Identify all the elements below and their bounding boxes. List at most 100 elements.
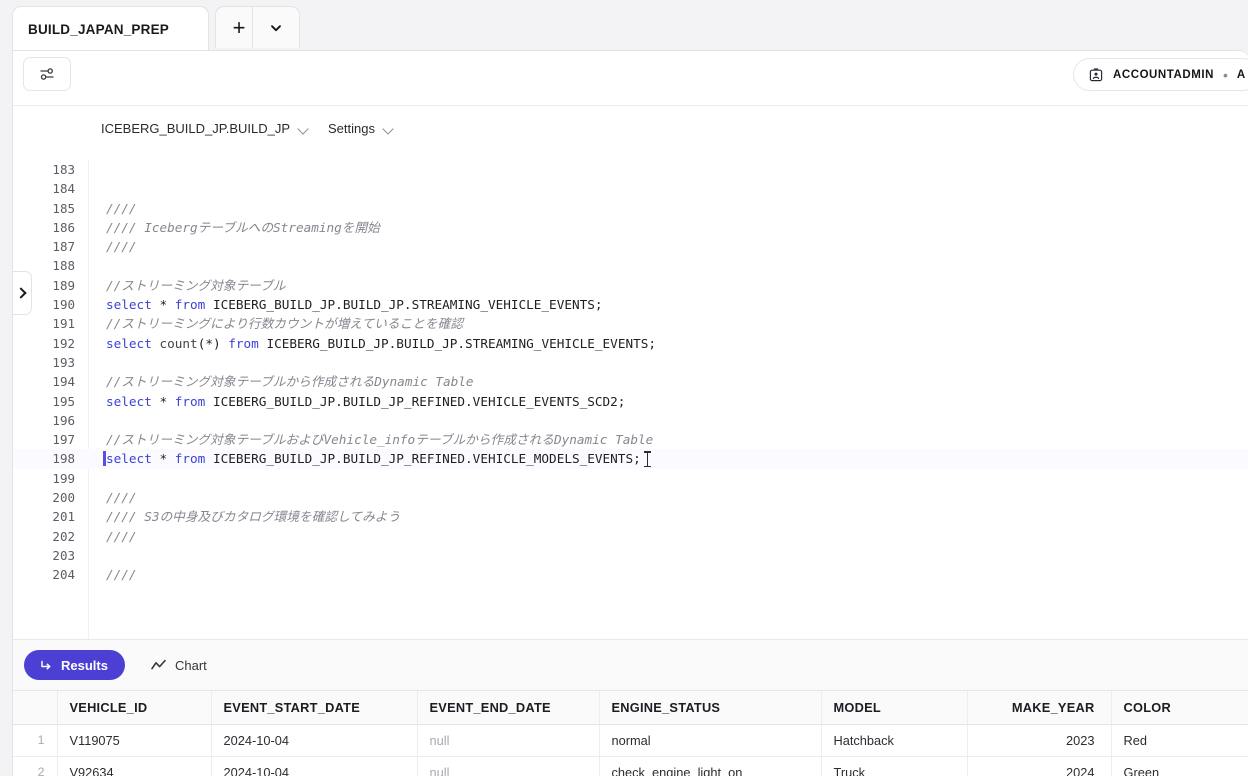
line-number: 200 (52, 490, 75, 506)
tab-menu-button[interactable] (252, 6, 300, 48)
top-toolbar: ACCOUNTADMIN • A (13, 51, 1248, 106)
sql-editor[interactable]: 183 184 185 //// 186 //// IcebergテーブルへのStream… (13, 160, 1248, 639)
code-line[interactable]: 187 //// (13, 237, 1248, 256)
code-line[interactable]: 192 select count(*) from ICEBERG_BUILD_JP… (13, 334, 1248, 353)
code-text: //// (106, 200, 137, 216)
cell-color[interactable]: Green (1111, 756, 1248, 776)
code-line[interactable]: 197 //ストリーミング対象テーブルおよびVehicle_infoテーブルから作… (13, 430, 1248, 449)
code-text: select * from ICEBERG_BUILD_JP.BUILD_JP.… (106, 297, 603, 313)
results-tab-chart[interactable]: Chart (136, 650, 224, 680)
cell-eng[interactable]: normal (599, 724, 822, 757)
code-text: //ストリーミング対象テーブルおよびVehicle_infoテーブルから作成され… (106, 432, 654, 448)
code-line[interactable]: 200 //// (13, 488, 1248, 507)
editor-code-area[interactable]: 183 184 185 //// 186 //// IcebergテーブルへのStream… (13, 160, 1248, 585)
column-header-eng[interactable]: ENGINE_STATUS (599, 691, 822, 725)
code-text: //ストリーミングにより行数カウントが増えていることを確認 (106, 316, 463, 332)
code-line[interactable]: 184 (13, 179, 1248, 198)
cell-year[interactable]: 2024 (967, 756, 1112, 776)
code-line[interactable]: 201 //// S3の中身及びカタログ環境を確認してみよう (13, 507, 1248, 526)
line-number: 184 (52, 181, 75, 197)
column-header-color[interactable]: COLOR (1111, 691, 1248, 725)
warehouse-label: A (1236, 68, 1246, 81)
line-number: 201 (52, 509, 75, 525)
worksheet-settings-button[interactable] (23, 57, 71, 91)
sliders-icon (38, 65, 56, 83)
code-line[interactable]: 203 (13, 546, 1248, 565)
worksheet-tab[interactable]: BUILD_JAPAN_PREP (12, 6, 209, 52)
expand-sidebar-button[interactable] (13, 271, 32, 315)
settings-menu[interactable]: Settings (328, 121, 395, 136)
code-line[interactable]: 191 //ストリーミングにより行数カウントが増えていることを確認 (13, 314, 1248, 333)
line-number: 203 (52, 547, 75, 563)
line-number: 191 (52, 316, 75, 332)
line-number: 197 (52, 432, 75, 448)
worksheet-tab-label: BUILD_JAPAN_PREP (28, 22, 169, 37)
code-text: //// (106, 239, 137, 255)
column-header-year[interactable]: MAKE_YEAR (967, 691, 1112, 725)
role-label: ACCOUNTADMIN (1113, 68, 1214, 81)
cell-sdate[interactable]: 2024-10-04 (211, 756, 418, 776)
column-header-sdate[interactable]: EVENT_START_DATE (211, 691, 418, 725)
results-pane: Results Chart VEHICLE_ID EVENT_START_DATE E… (13, 639, 1248, 776)
results-table-container[interactable]: VEHICLE_ID EVENT_START_DATE EVENT_END_DATE… (13, 690, 1248, 776)
cell-sdate[interactable]: 2024-10-04 (211, 724, 418, 757)
code-text: //// (106, 490, 137, 506)
code-line[interactable]: 190 select * from ICEBERG_BUILD_JP.BUILD_… (13, 295, 1248, 314)
code-line[interactable]: 193 (13, 353, 1248, 372)
cell-edate[interactable]: null (417, 724, 600, 757)
chevron-down-icon (384, 125, 395, 132)
cell-vid[interactable]: V92634 (57, 756, 212, 776)
table-row[interactable]: 2 V92634 2024-10-04 null check_engine_light_… (13, 756, 1248, 776)
code-text: //// (106, 528, 137, 544)
code-line[interactable]: 198 select * from ICEBERG_BUILD_JP.BUILD_… (13, 449, 1248, 469)
column-header-vid[interactable]: VEHICLE_ID (57, 691, 212, 725)
code-text: select * from ICEBERG_BUILD_JP.BUILD_JP_… (106, 393, 626, 409)
chevron-down-icon (269, 21, 283, 35)
code-line[interactable]: 188 (13, 256, 1248, 275)
code-text: select * from ICEBERG_BUILD_JP.BUILD_JP_… (106, 451, 641, 467)
window-tab-strip: BUILD_JAPAN_PREP + (0, 0, 1248, 52)
app-shell: ACCOUNTADMIN • A ICEBERG_BUILD_JP.BUILD_… (12, 50, 1248, 776)
code-line[interactable]: 199 (13, 469, 1248, 488)
results-table: VEHICLE_ID EVENT_START_DATE EVENT_END_DATE… (13, 691, 1248, 776)
cell-idx[interactable]: 2 (13, 756, 58, 776)
code-line[interactable]: 186 //// IcebergテーブルへのStreamingを開始 (13, 218, 1248, 237)
cell-eng[interactable]: check_engine_light_on (599, 756, 822, 776)
code-line[interactable]: 202 //// (13, 527, 1248, 546)
code-line[interactable]: 185 //// (13, 199, 1248, 218)
null-value: null (429, 764, 450, 776)
arrow-return-icon (38, 658, 53, 673)
cell-edate[interactable]: null (417, 756, 600, 776)
plus-icon: + (232, 14, 246, 40)
code-text: //// (106, 567, 137, 583)
line-number: 186 (52, 219, 75, 235)
table-row[interactable]: 1 V119075 2024-10-04 null normal Hatchback 202… (13, 724, 1248, 757)
code-line[interactable]: 183 (13, 160, 1248, 179)
cell-year[interactable]: 2023 (967, 724, 1112, 757)
database-scope-selector[interactable]: ICEBERG_BUILD_JP.BUILD_JP (101, 121, 310, 136)
code-text: //// S3の中身及びカタログ環境を確認してみよう (106, 509, 401, 525)
cell-idx[interactable]: 1 (13, 724, 58, 757)
cell-vid[interactable]: V119075 (57, 724, 212, 757)
code-line[interactable]: 204 //// (13, 565, 1248, 584)
results-tab-label: Chart (174, 657, 207, 673)
code-text: select count(*) from ICEBERG_BUILD_JP.BU… (106, 335, 657, 351)
cell-color[interactable]: Red (1111, 724, 1248, 757)
column-header-model[interactable]: MODEL (821, 691, 968, 725)
cell-model[interactable]: Truck (821, 756, 968, 776)
column-header-edate[interactable]: EVENT_END_DATE (417, 691, 600, 725)
role-selector[interactable]: ACCOUNTADMIN • A (1073, 58, 1248, 91)
code-text: //// IcebergテーブルへのStreamingを開始 (106, 219, 380, 235)
code-line[interactable]: 189//ストリーミング対象テーブル (13, 276, 1248, 295)
code-line[interactable]: 196 (13, 411, 1248, 430)
line-number: 185 (52, 200, 75, 216)
code-line[interactable]: 194 //ストリーミング対象テーブルから作成されるDynamic Table (13, 372, 1248, 391)
table-body: 1 V119075 2024-10-04 null normal Hatchback 202… (13, 724, 1248, 776)
cell-model[interactable]: Hatchback (821, 724, 968, 757)
line-number: 195 (52, 393, 75, 409)
chevron-down-icon (299, 125, 310, 132)
results-tab-results[interactable]: Results (24, 650, 125, 680)
line-chart-icon (150, 658, 167, 673)
column-header-idx[interactable] (13, 691, 58, 725)
code-line[interactable]: 195 select * from ICEBERG_BUILD_JP.BUILD_… (13, 392, 1248, 411)
